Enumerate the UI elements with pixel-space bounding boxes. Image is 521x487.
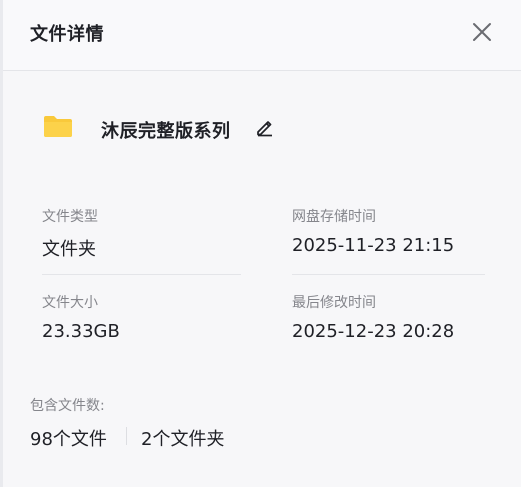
dialog-title: 文件详情 xyxy=(30,24,104,45)
file-count: 98个文件 xyxy=(30,429,107,450)
file-name: 沐辰完整版系列 xyxy=(101,121,231,142)
rename-button[interactable] xyxy=(255,117,275,137)
stored-time-value: 2025-11-23 21:15 xyxy=(292,235,455,256)
file-size-label: 文件大小 xyxy=(42,295,98,311)
file-type-label: 文件类型 xyxy=(42,209,98,225)
file-type-value: 文件夹 xyxy=(42,239,96,260)
modified-time-value: 2025-12-23 20:28 xyxy=(292,321,455,342)
file-size-value: 23.33GB xyxy=(42,321,120,342)
dialog-header: 文件详情 xyxy=(3,0,521,71)
file-details-dialog: 文件详情 沐辰完整版系列 文件类型 文件夹 网盘存储时间 2025-11-23 … xyxy=(3,0,521,487)
folder-icon xyxy=(44,116,72,137)
modified-time-label: 最后修改时间 xyxy=(292,295,376,311)
divider xyxy=(42,274,241,275)
divider xyxy=(292,274,485,275)
count-separator xyxy=(126,427,127,445)
pencil-icon xyxy=(257,121,272,137)
close-icon xyxy=(473,23,491,41)
close-button[interactable] xyxy=(471,21,493,43)
stored-time-label: 网盘存储时间 xyxy=(292,209,376,225)
folder-count: 2个文件夹 xyxy=(141,429,225,450)
contents-label: 包含文件数: xyxy=(30,398,105,414)
